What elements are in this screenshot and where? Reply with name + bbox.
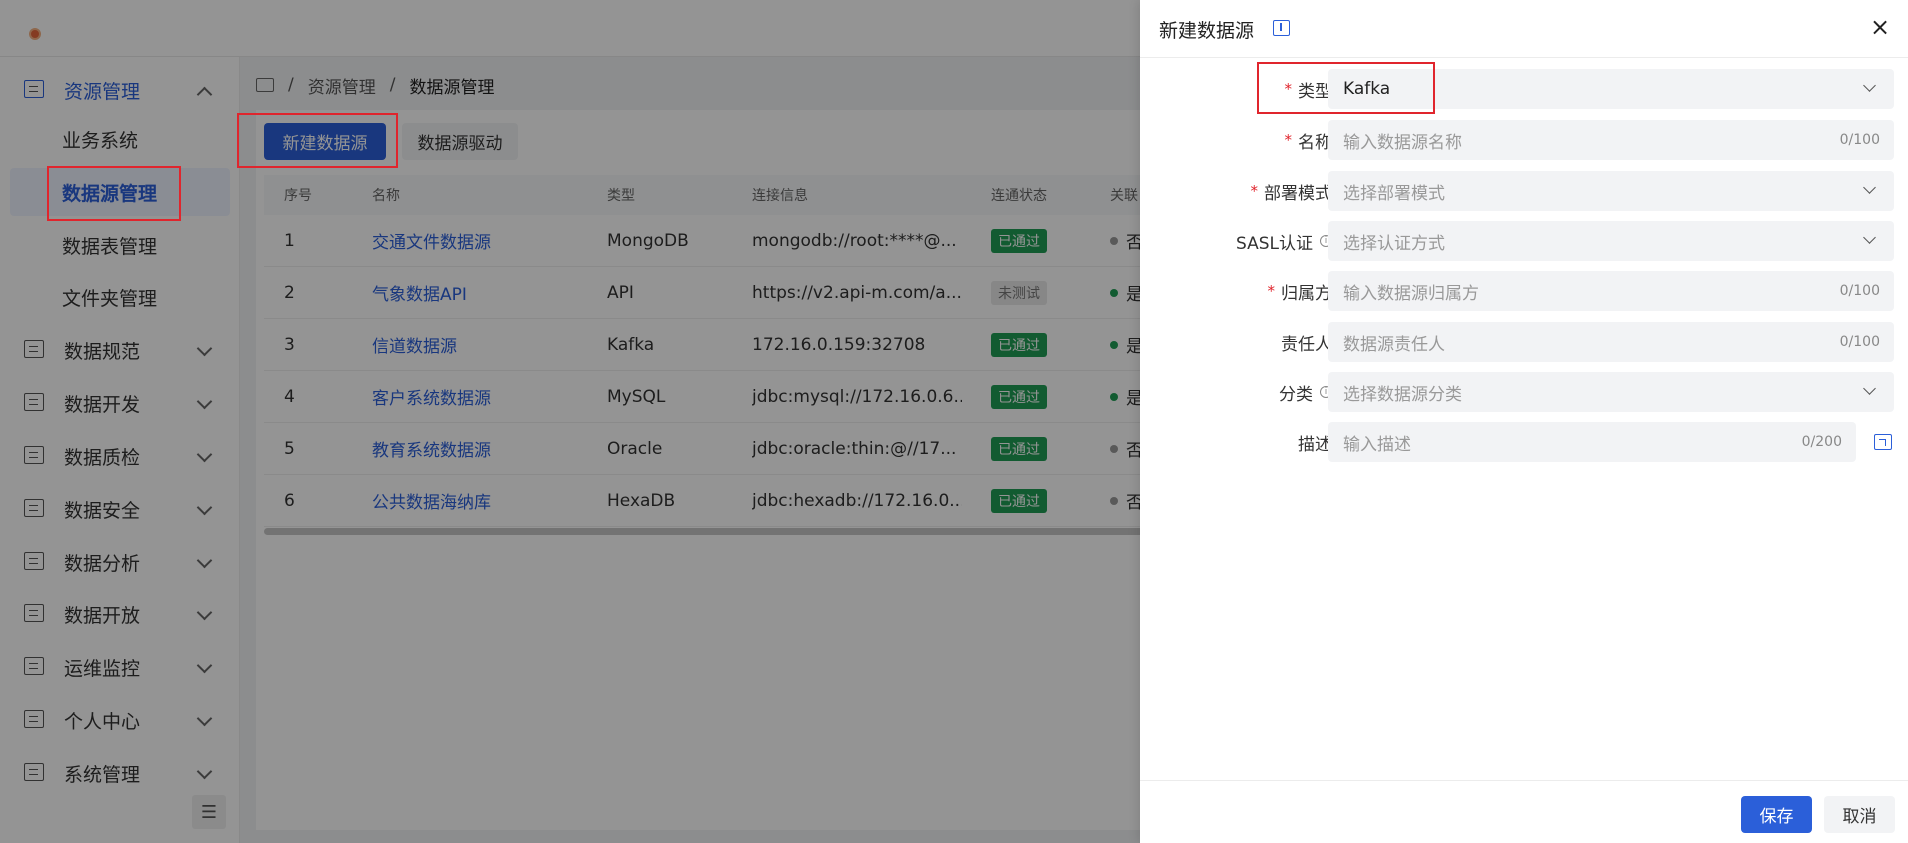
desc-char-count: 0/200	[1801, 434, 1842, 450]
person-placeholder: 数据源责任人	[1343, 334, 1445, 355]
desc-label-text: 描述	[1298, 434, 1332, 455]
highlight-new-button	[237, 113, 398, 168]
form-row-sasl: SASL认证 i 选择认证方式	[1140, 221, 1908, 261]
sasl-auth-select[interactable]: 选择认证方式	[1328, 221, 1894, 261]
deploy-label: * 部署模式	[1251, 171, 1333, 211]
name-placeholder: 输入数据源名称	[1343, 132, 1462, 153]
new-datasource-drawer: 新建数据源 × * 类型 Kafka * 名称 输入数据源名称 0/100 * 部署模式…	[1140, 0, 1908, 843]
close-icon[interactable]: ×	[1868, 15, 1892, 39]
form-row-person: 责任人 数据源责任人 0/100	[1140, 322, 1908, 362]
form-row-type: * 类型 Kafka	[1140, 69, 1908, 109]
chevron-down-icon	[1863, 79, 1876, 92]
owner-input[interactable]: 输入数据源归属方 0/100	[1328, 271, 1894, 311]
form-row-owner: * 归属方 输入数据源归属方 0/100	[1140, 271, 1908, 311]
sasl-label: SASL认证 i	[1236, 221, 1332, 261]
person-char-count: 0/100	[1839, 334, 1880, 350]
modal-overlay[interactable]	[0, 0, 1140, 843]
deploy-label-text: 部署模式	[1264, 183, 1332, 204]
drawer-title: 新建数据源	[1159, 20, 1255, 42]
desc-placeholder: 输入描述	[1343, 434, 1411, 455]
owner-label-text: 归属方	[1281, 283, 1332, 304]
name-label: * 名称	[1285, 120, 1333, 160]
required-asterisk: *	[1267, 282, 1276, 300]
category-select[interactable]: 选择数据源分类	[1328, 372, 1894, 412]
required-asterisk: *	[1284, 131, 1293, 149]
expand-editor-icon[interactable]	[1874, 434, 1892, 450]
chevron-down-icon	[1863, 382, 1876, 395]
name-input[interactable]: 输入数据源名称 0/100	[1328, 120, 1894, 160]
deploy-placeholder: 选择部署模式	[1343, 183, 1445, 204]
cancel-button[interactable]: 取消	[1824, 796, 1895, 833]
form-row-name: * 名称 输入数据源名称 0/100	[1140, 120, 1908, 160]
chevron-down-icon	[1863, 181, 1876, 194]
category-placeholder: 选择数据源分类	[1343, 384, 1462, 405]
sasl-placeholder: 选择认证方式	[1343, 233, 1445, 254]
owner-char-count: 0/100	[1839, 283, 1880, 299]
category-label-text: 分类	[1279, 384, 1313, 405]
sasl-label-text: SASL认证	[1236, 233, 1313, 254]
name-label-text: 名称	[1298, 132, 1332, 153]
owner-label: * 归属方	[1268, 271, 1333, 311]
highlight-type-field	[1257, 62, 1435, 114]
required-asterisk: *	[1250, 182, 1259, 200]
name-char-count: 0/100	[1839, 132, 1880, 148]
person-label: 责任人	[1281, 322, 1332, 362]
form-row-category: 分类 i 选择数据源分类	[1140, 372, 1908, 412]
responsible-person-input[interactable]: 数据源责任人 0/100	[1328, 322, 1894, 362]
save-button[interactable]: 保存	[1741, 796, 1812, 833]
help-book-icon[interactable]	[1273, 20, 1290, 36]
category-label: 分类 i	[1279, 372, 1332, 412]
owner-placeholder: 输入数据源归属方	[1343, 283, 1479, 304]
desc-label: 描述	[1298, 422, 1332, 462]
drawer-footer: 保存 取消	[1140, 780, 1908, 843]
form-row-deploy: * 部署模式 选择部署模式	[1140, 171, 1908, 211]
person-label-text: 责任人	[1281, 334, 1332, 355]
highlight-sidebar-datasource	[47, 166, 181, 221]
deploy-mode-select[interactable]: 选择部署模式	[1328, 171, 1894, 211]
drawer-header: 新建数据源 ×	[1140, 0, 1908, 58]
description-textarea[interactable]: 输入描述 0/200	[1328, 422, 1856, 462]
form-row-desc: 描述 输入描述 0/200	[1140, 422, 1908, 462]
chevron-down-icon	[1863, 231, 1876, 244]
